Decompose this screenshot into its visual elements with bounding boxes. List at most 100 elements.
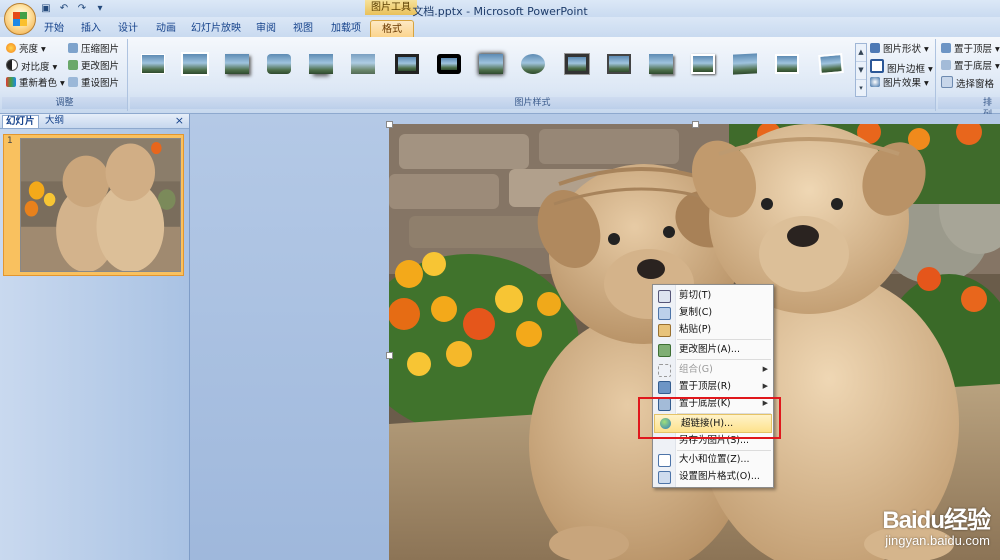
adjust-group: 亮度 ▾ 压缩图片 对比度 ▾ 更改图片 重新着色 ▾ 重设图片 调整 — [2, 39, 128, 111]
reset-picture-button[interactable]: 重设图片 — [68, 76, 119, 91]
tab-slideshow[interactable]: 幻灯片放映 — [188, 20, 244, 37]
office-button[interactable] — [4, 3, 36, 35]
ribbon: 亮度 ▾ 压缩图片 对比度 ▾ 更改图片 重新着色 ▾ 重设图片 调整 ▲ ▼ … — [0, 37, 1000, 120]
selection-pane-icon — [941, 76, 953, 88]
picture-style-thumb[interactable] — [730, 51, 760, 77]
scissors-icon — [658, 290, 671, 303]
selection-pane-button[interactable]: 选择窗格 — [941, 76, 994, 91]
context-menu: 剪切(T) 复制(C) 粘贴(P) 更改图片(A)... 组合(G) ▶ 置于顶… — [652, 284, 774, 488]
gallery-more-icon[interactable]: ▾ — [856, 80, 866, 97]
tab-review[interactable]: 审阅 — [250, 20, 282, 37]
menu-item-bring-to-front[interactable]: 置于顶层(R) ▶ — [653, 378, 773, 395]
adjust-group-label: 调整 — [2, 97, 127, 109]
office-logo-icon — [13, 12, 27, 26]
picture-styles-group: ▲ ▼ ▾ 图片形状 ▾ 图片边框 ▾ 图片效果 ▾ 图片样式 — [130, 39, 936, 111]
contrast-button[interactable]: 对比度 ▾ — [6, 59, 57, 74]
paste-icon — [658, 324, 671, 337]
highlight-annotation-box — [638, 397, 781, 439]
picture-style-thumb[interactable] — [434, 51, 464, 77]
menu-item-format-picture[interactable]: 设置图片格式(O)... — [653, 468, 773, 485]
submenu-arrow-icon: ▶ — [762, 365, 768, 373]
slide-thumbnail-image — [20, 138, 181, 272]
menu-separator — [677, 339, 771, 340]
compress-icon — [68, 43, 78, 53]
brightness-icon — [6, 43, 16, 53]
picture-style-thumb[interactable] — [348, 51, 378, 77]
picture-style-thumb[interactable] — [816, 51, 846, 77]
picture-style-thumb[interactable] — [180, 51, 210, 77]
picture-style-thumb[interactable] — [772, 51, 802, 77]
tab-format[interactable]: 格式 — [370, 20, 414, 38]
change-picture-icon — [68, 60, 78, 70]
reset-icon — [68, 77, 78, 87]
bring-front-icon — [941, 43, 951, 53]
tab-view[interactable]: 视图 — [287, 20, 319, 37]
tab-slides[interactable]: 幻灯片 — [2, 115, 39, 128]
picture-style-thumb[interactable] — [562, 51, 592, 77]
send-back-icon — [941, 60, 951, 70]
submenu-arrow-icon: ▶ — [762, 382, 768, 390]
watermark-url: jingyan.baidu.com — [885, 533, 990, 548]
bring-to-front-icon — [658, 381, 671, 394]
picture-style-thumb[interactable] — [264, 51, 294, 77]
recolor-icon — [6, 77, 16, 87]
tab-addins[interactable]: 加载项 — [325, 20, 367, 37]
picture-styles-group-label: 图片样式 — [130, 97, 935, 109]
brightness-button[interactable]: 亮度 ▾ — [6, 42, 46, 57]
shape-icon — [870, 43, 880, 53]
tab-insert[interactable]: 插入 — [75, 20, 107, 37]
border-icon — [870, 59, 884, 73]
slide-number: 1 — [7, 136, 13, 146]
menu-item-size-position[interactable]: 大小和位置(Z)... — [653, 451, 773, 468]
gallery-scrollbar[interactable]: ▲ ▼ ▾ — [855, 43, 867, 97]
tab-outline[interactable]: 大纲 — [42, 115, 67, 127]
change-picture-button[interactable]: 更改图片 — [68, 59, 119, 74]
picture-style-thumb[interactable] — [646, 51, 676, 77]
picture-style-thumb[interactable] — [392, 51, 422, 77]
resize-handle[interactable] — [386, 121, 393, 128]
tab-animations[interactable]: 动画 — [150, 20, 182, 37]
arrange-group: 置于顶层 ▾ 置于底层 ▾ 选择窗格 排列 — [938, 39, 1000, 120]
picture-style-thumb[interactable] — [688, 51, 718, 77]
menu-item-group: 组合(G) ▶ — [653, 361, 773, 378]
gallery-down-icon[interactable]: ▼ — [856, 62, 866, 80]
watermark-brand: Baidu经验 — [882, 507, 991, 534]
compress-pictures-button[interactable]: 压缩图片 — [68, 42, 119, 57]
effects-icon — [870, 77, 880, 87]
slide-thumbnail[interactable]: 1 — [3, 134, 184, 276]
resize-handle[interactable] — [692, 121, 699, 128]
contrast-icon — [6, 59, 18, 71]
change-picture-icon — [658, 344, 671, 357]
ribbon-tab-bar: 开始 插入 设计 动画 幻灯片放映 审阅 视图 加载项 格式 — [0, 17, 1000, 38]
picture-effects-button[interactable]: 图片效果 ▾ — [870, 76, 929, 91]
picture-style-thumb[interactable] — [306, 51, 336, 77]
gallery-up-icon[interactable]: ▲ — [856, 44, 866, 62]
resize-handle[interactable] — [386, 352, 393, 359]
menu-item-change-picture[interactable]: 更改图片(A)... — [653, 341, 773, 358]
picture-style-thumb[interactable] — [604, 51, 634, 77]
size-position-icon — [658, 454, 671, 467]
format-picture-icon — [658, 471, 671, 484]
picture-border-button[interactable]: 图片边框 ▾ — [870, 59, 933, 75]
tab-home[interactable]: 开始 — [38, 20, 70, 37]
menu-item-paste[interactable]: 粘贴(P) — [653, 321, 773, 338]
menu-item-copy[interactable]: 复制(C) — [653, 304, 773, 321]
picture-style-thumb[interactable] — [222, 51, 252, 77]
recolor-button[interactable]: 重新着色 ▾ — [6, 76, 65, 91]
arrange-group-label: 排列 — [938, 97, 1000, 120]
tab-design[interactable]: 设计 — [112, 20, 144, 37]
slides-panel: 幻灯片 大纲 × 1 — [0, 114, 190, 560]
baidu-watermark: Baidu经验 jingyan.baidu.com — [882, 500, 991, 548]
picture-shape-button[interactable]: 图片形状 ▾ — [870, 42, 929, 57]
send-to-back-button[interactable]: 置于底层 ▾ — [941, 59, 1000, 74]
close-panel-icon[interactable]: × — [175, 114, 184, 127]
menu-separator — [677, 359, 771, 360]
picture-style-thumb[interactable] — [138, 51, 168, 77]
picture-style-thumb[interactable] — [476, 51, 506, 77]
bring-to-front-button[interactable]: 置于顶层 ▾ — [941, 42, 1000, 57]
copy-icon — [658, 307, 671, 320]
picture-style-thumb[interactable] — [518, 51, 548, 77]
slides-panel-tabs: 幻灯片 大纲 × — [0, 114, 189, 129]
menu-item-cut[interactable]: 剪切(T) — [653, 287, 773, 304]
group-icon — [658, 364, 671, 377]
